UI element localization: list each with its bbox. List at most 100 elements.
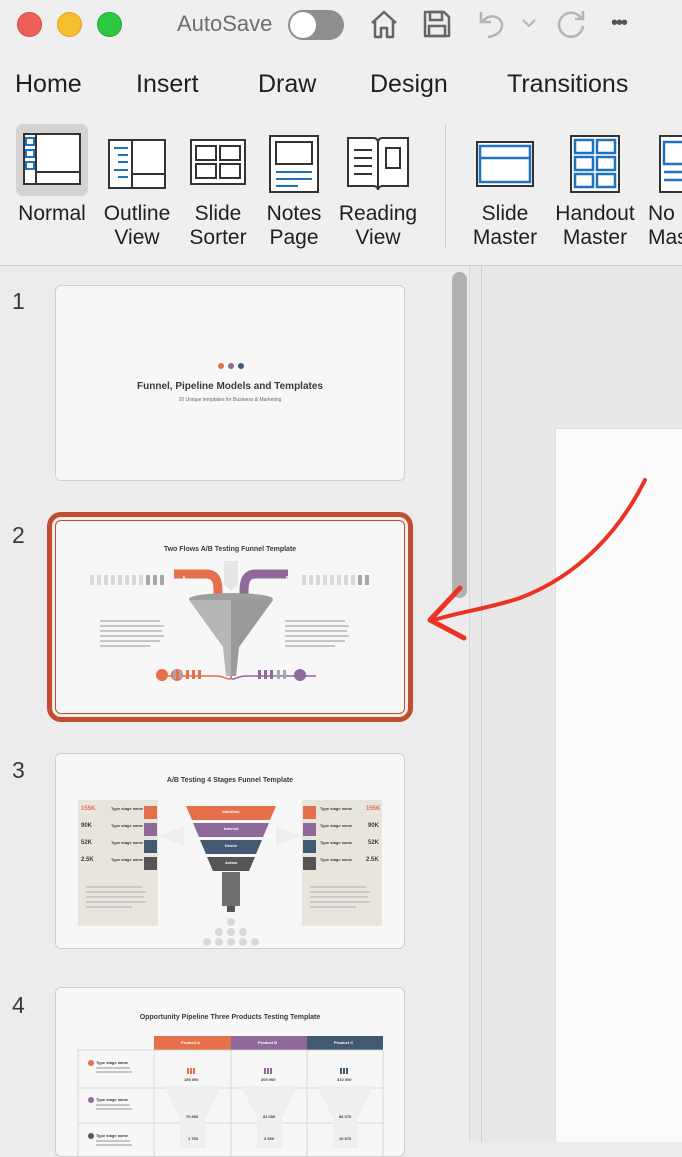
- notes-page-icon: [258, 124, 330, 196]
- row3-product-c: 10 870: [339, 1136, 352, 1141]
- reading-view-button[interactable]: Reading View: [334, 120, 422, 260]
- right-value-3: 52K: [368, 840, 380, 846]
- title-bar: AutoSave •••: [0, 0, 682, 50]
- close-window-button[interactable]: [17, 12, 42, 37]
- annotation-arrow-icon: [427, 478, 647, 641]
- home-icon[interactable]: [366, 6, 402, 42]
- left-value-4: 2.5K: [81, 857, 94, 863]
- stage-name-label: Type stage name: [320, 823, 353, 828]
- ribbon-tabs: Home Insert Draw Design Transitions: [0, 50, 682, 120]
- row1-product-c: 310 000: [337, 1077, 352, 1082]
- slide-thumbnail-4[interactable]: Opportunity Pipeline Three Products Test…: [55, 987, 405, 1157]
- flow-a-label: A: [182, 576, 186, 582]
- row2-product-b: 81 000: [263, 1114, 276, 1119]
- handout-master-label: Handout Master: [555, 202, 635, 249]
- slide-sorter-label: Slide Sorter: [189, 202, 247, 249]
- minimize-window-button[interactable]: [57, 12, 82, 37]
- more-options-button[interactable]: •••: [611, 12, 628, 35]
- normal-view-button[interactable]: Normal: [0, 120, 104, 260]
- slide-sorter-icon: [180, 124, 256, 196]
- slide-master-label: Slide Master: [472, 202, 538, 249]
- funnel-stage-4: Action: [225, 860, 238, 865]
- toggle-knob: [290, 12, 316, 38]
- stage-name-label: Type stage name: [111, 840, 144, 845]
- slide-title: Funnel, Pipeline Models and Templates: [137, 381, 323, 392]
- funnel-stage-1: Attention: [222, 809, 240, 814]
- slide-thumbnail-2[interactable]: Two Flows A/B Testing Funnel Template A …: [47, 512, 413, 722]
- slide-number: 1: [12, 288, 25, 314]
- row1-product-a: 155 000: [184, 1077, 199, 1082]
- product-a-header: Product A: [181, 1040, 200, 1045]
- right-value-1: 155K: [366, 806, 381, 812]
- stage-name-label: Type stage name: [96, 1060, 129, 1065]
- four-stage-funnel-illustration: [78, 800, 382, 946]
- outline-view-button[interactable]: Outline View: [98, 120, 176, 260]
- save-icon[interactable]: [420, 6, 454, 42]
- notes-master-button[interactable]: No Mas: [644, 120, 682, 260]
- slide-number: 2: [12, 522, 25, 548]
- funnel-stage-2: Interest: [224, 826, 239, 831]
- tab-insert[interactable]: Insert: [136, 70, 199, 99]
- left-value-3: 52K: [81, 840, 93, 846]
- outline-view-label: Outline View: [103, 202, 171, 249]
- stage-name-label: Type stage name: [320, 806, 353, 811]
- stage-name-label: Type stage name: [320, 857, 353, 862]
- handout-master-icon: [550, 124, 640, 196]
- redo-icon[interactable]: [553, 6, 589, 42]
- row3-product-a: 1 750: [188, 1136, 199, 1141]
- pane-splitter[interactable]: [469, 266, 481, 1142]
- pipeline-table-illustration: [77, 1036, 384, 1156]
- stage-name-label: Type stage name: [111, 806, 144, 811]
- tab-draw[interactable]: Draw: [258, 70, 316, 99]
- stage-name-label: Type stage name: [96, 1097, 129, 1102]
- row2-product-c: 86 070: [339, 1114, 352, 1119]
- view-ribbon: Normal Outline View Slide Sorter Notes P…: [0, 120, 682, 266]
- left-value-2: 90K: [81, 823, 93, 829]
- stage-name-label: Type stage name: [111, 857, 144, 862]
- tab-home[interactable]: Home: [15, 70, 82, 99]
- notes-master-icon: [644, 124, 682, 196]
- dot-orange: [218, 363, 224, 369]
- reading-view-icon: [334, 124, 422, 196]
- notes-page-label: Notes Page: [266, 202, 322, 249]
- handout-master-button[interactable]: Handout Master: [550, 120, 640, 260]
- outline-view-icon: [98, 124, 176, 196]
- slide-master-button[interactable]: Slide Master: [466, 120, 544, 260]
- stage-name-label: Type stage name: [111, 823, 144, 828]
- slide-thumbnail-1[interactable]: Funnel, Pipeline Models and Templates 20…: [55, 285, 405, 481]
- tab-transitions[interactable]: Transitions: [507, 70, 628, 99]
- slide-number: 3: [12, 757, 25, 783]
- notes-master-label: No Mas: [648, 202, 682, 249]
- slide-thumbnail-3[interactable]: A/B Testing 4 Stages Funnel Template 155…: [55, 753, 405, 949]
- reading-view-label: Reading View: [338, 202, 418, 249]
- row3-product-b: 3 390: [264, 1136, 275, 1141]
- product-c-header: Product C: [334, 1040, 354, 1045]
- zoom-window-button[interactable]: [97, 12, 122, 37]
- funnel-illustration: [90, 561, 369, 681]
- funnel-stage-3: Desire: [225, 843, 238, 848]
- undo-icon[interactable]: [474, 6, 510, 42]
- normal-view-icon: [16, 124, 88, 196]
- tab-design[interactable]: Design: [370, 70, 448, 99]
- slide-sorter-button[interactable]: Slide Sorter: [180, 120, 256, 260]
- stage-name-label: Type stage name: [320, 840, 353, 845]
- dot-purple: [228, 363, 234, 369]
- row1-product-b: 209 900: [261, 1077, 276, 1082]
- right-value-2: 90K: [368, 823, 380, 829]
- row2-product-a: 70 900: [186, 1114, 199, 1119]
- chevron-down-icon[interactable]: [520, 14, 538, 32]
- product-b-header: Product B: [258, 1040, 278, 1045]
- ribbon-divider: [445, 124, 446, 248]
- autosave-toggle[interactable]: [288, 10, 344, 40]
- slide-subtitle: 20 Unique templates for Business & Marke…: [178, 397, 282, 403]
- right-value-4: 2.5K: [366, 857, 379, 863]
- flow-b-label: B: [286, 576, 290, 582]
- dot-navy: [238, 363, 244, 369]
- stage-name-label: Type stage name: [96, 1133, 129, 1138]
- slide-master-icon: [466, 124, 544, 196]
- notes-page-button[interactable]: Notes Page: [258, 120, 330, 260]
- left-value-1: 155K: [81, 806, 96, 812]
- slide-number: 4: [12, 992, 25, 1018]
- autosave-label: AutoSave: [177, 11, 273, 36]
- normal-view-label: Normal: [18, 202, 86, 225]
